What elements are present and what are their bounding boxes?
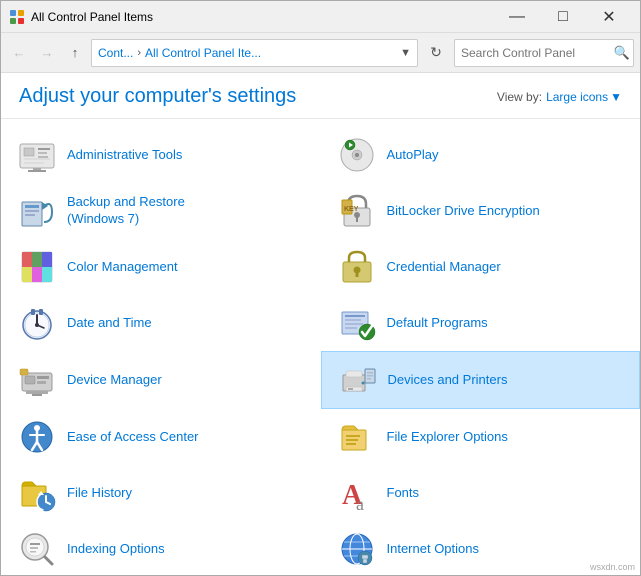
file-explorer-options-label: File Explorer Options <box>387 429 508 446</box>
file-history-icon <box>17 473 57 513</box>
window-controls: — □ ✕ <box>494 1 632 33</box>
admin-tools-icon <box>17 135 57 175</box>
close-button[interactable]: ✕ <box>586 1 632 33</box>
search-input[interactable] <box>454 39 634 67</box>
breadcrumb-dropdown-icon[interactable]: ▼ <box>400 47 411 59</box>
list-item[interactable]: Indexing Options <box>1 521 321 575</box>
list-item[interactable]: Date and Time <box>1 295 321 351</box>
list-item[interactable]: Devices and Printers <box>321 351 641 409</box>
svg-text:a: a <box>356 494 364 512</box>
default-programs-label: Default Programs <box>387 315 488 332</box>
file-explorer-options-icon <box>337 417 377 457</box>
list-item[interactable]: Default Programs <box>321 295 641 351</box>
address-bar: ← → ↑ Cont... › All Control Panel Ite...… <box>1 33 640 73</box>
list-item[interactable]: AutoPlay <box>321 127 641 183</box>
search-wrapper: 🔍 <box>454 39 634 67</box>
view-by-label: View by: <box>497 90 542 104</box>
ease-of-access-icon <box>17 417 57 457</box>
credential-manager-icon <box>337 247 377 287</box>
window-title: All Control Panel Items <box>31 10 494 24</box>
default-programs-icon <box>337 303 377 343</box>
list-item[interactable]: File Explorer Options <box>321 409 641 465</box>
list-item[interactable]: Internet Options <box>321 521 641 575</box>
device-manager-icon <box>17 360 57 400</box>
bitlocker-icon: KEY <box>337 191 377 231</box>
title-bar: All Control Panel Items — □ ✕ <box>1 1 640 33</box>
list-item[interactable]: KEY BitLocker Drive Encryption <box>321 183 641 239</box>
maximize-button[interactable]: □ <box>540 1 586 33</box>
devices-printers-icon <box>338 360 378 400</box>
svg-text:KEY: KEY <box>344 206 359 213</box>
view-by-dropdown-icon: ▼ <box>610 90 622 104</box>
up-button[interactable]: ↑ <box>63 41 87 65</box>
list-item[interactable]: Device Manager <box>1 351 321 409</box>
search-button[interactable]: 🔍 <box>614 45 630 61</box>
list-item[interactable]: Credential Manager <box>321 239 641 295</box>
refresh-button[interactable]: ↻ <box>422 39 450 67</box>
device-manager-label: Device Manager <box>67 372 162 389</box>
list-item[interactable]: Backup and Restore(Windows 7) <box>1 183 321 239</box>
page-header: Adjust your computer's settings View by:… <box>1 73 640 119</box>
backup-restore-label: Backup and Restore(Windows 7) <box>67 194 185 228</box>
list-item[interactable]: Ease of Access Center <box>1 409 321 465</box>
fonts-icon: A a <box>337 473 377 513</box>
internet-options-label: Internet Options <box>387 541 480 558</box>
main-content: Adjust your computer's settings View by:… <box>1 73 640 575</box>
page-title: Adjust your computer's settings <box>19 85 296 108</box>
devices-printers-label: Devices and Printers <box>388 372 508 389</box>
ease-of-access-label: Ease of Access Center <box>67 429 199 446</box>
breadcrumb-item-1[interactable]: Cont... <box>98 46 133 60</box>
autoplay-icon <box>337 135 377 175</box>
content-area: Adjust your computer's settings View by:… <box>1 73 640 575</box>
back-button[interactable]: ← <box>7 41 31 65</box>
list-item[interactable]: Color Management <box>1 239 321 295</box>
fonts-label: Fonts <box>387 485 420 502</box>
window-icon <box>9 9 25 25</box>
color-management-icon <box>17 247 57 287</box>
color-management-label: Color Management <box>67 259 178 276</box>
file-history-label: File History <box>67 485 132 502</box>
indexing-options-label: Indexing Options <box>67 541 165 558</box>
date-time-label: Date and Time <box>67 315 152 332</box>
autoplay-label: AutoPlay <box>387 147 439 164</box>
admin-tools-label: Administrative Tools <box>67 147 182 164</box>
view-by-value[interactable]: Large icons ▼ <box>546 90 622 104</box>
main-window: All Control Panel Items — □ ✕ ← → ↑ Cont… <box>0 0 641 576</box>
date-time-icon <box>17 303 57 343</box>
internet-options-icon <box>337 529 377 569</box>
backup-restore-icon <box>17 191 57 231</box>
forward-button[interactable]: → <box>35 41 59 65</box>
indexing-options-icon <box>17 529 57 569</box>
items-grid: Administrative Tools AutoPlay <box>1 119 640 575</box>
list-item[interactable]: Administrative Tools <box>1 127 321 183</box>
list-item[interactable]: A a Fonts <box>321 465 641 521</box>
credential-manager-label: Credential Manager <box>387 259 501 276</box>
list-item[interactable]: File History <box>1 465 321 521</box>
minimize-button[interactable]: — <box>494 1 540 33</box>
bitlocker-label: BitLocker Drive Encryption <box>387 203 540 220</box>
view-by-control: View by: Large icons ▼ <box>497 90 622 104</box>
breadcrumb-separator: › <box>137 47 141 59</box>
breadcrumb-item-2[interactable]: All Control Panel Ite... <box>145 46 261 60</box>
breadcrumb[interactable]: Cont... › All Control Panel Ite... ▼ <box>91 39 418 67</box>
